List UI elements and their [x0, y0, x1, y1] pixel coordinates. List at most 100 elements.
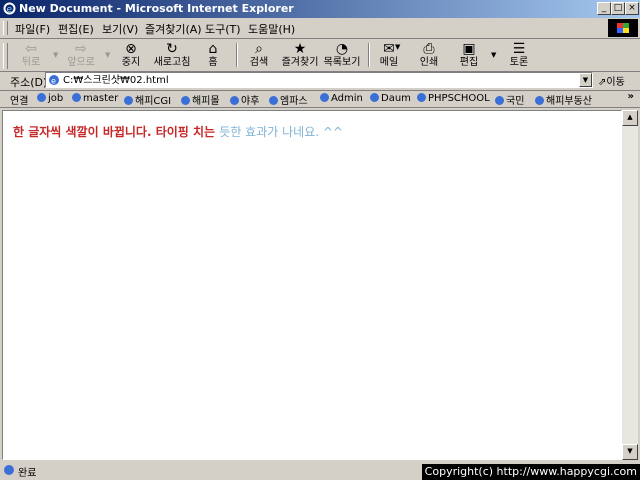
forward-dropdown-icon[interactable]: ▼ — [105, 51, 110, 59]
ie-page-icon — [495, 96, 504, 105]
ie-page-icon — [124, 96, 133, 105]
title-bar: e New Document - Microsoft Internet Expl… — [0, 0, 640, 18]
back-label: 뒤로 — [21, 57, 41, 68]
menu-tools[interactable]: 도구(T) — [205, 21, 241, 37]
menu-bar: 파일(F) 편집(E) 보기(V) 즐겨찾기(A) 도구(T) 도움말(H) — [0, 18, 640, 39]
address-input[interactable]: e C:₩스크린샷₩02.html ▼ — [45, 72, 593, 88]
link-label: Admin — [331, 93, 363, 104]
link-label: PHPSCHOOL — [428, 93, 490, 104]
close-button[interactable]: × — [625, 2, 639, 15]
home-icon: ⌂ — [208, 41, 218, 57]
links-chevron-icon[interactable]: » — [628, 91, 634, 102]
menu-view[interactable]: 보기(V) — [102, 21, 138, 37]
print-button[interactable]: ⎙ 인쇄 — [414, 40, 444, 70]
favorites-button[interactable]: ★ 즐겨찾기 — [280, 40, 320, 70]
toolbar: ⇦ 뒤로 ▼ ⇨ 앞으로 ▼ ⊗ 중지 ↻ 새로고침 ⌂ 홈 ⌕ 검색 ★ 즐겨… — [0, 39, 640, 72]
go-button[interactable]: ⇗이동 — [598, 73, 625, 88]
untyped-text: 듯한 효과가 나네요. ^^ — [219, 125, 343, 139]
address-dropdown-icon[interactable]: ▼ — [579, 73, 592, 87]
forward-button[interactable]: ⇨ 앞으로 — [62, 40, 100, 70]
ie-page-icon — [72, 93, 81, 102]
home-label: 홈 — [208, 57, 218, 68]
menu-edit[interactable]: 편집(E) — [58, 21, 94, 37]
link-yahoo[interactable]: 야후 — [229, 92, 259, 107]
discuss-label: 토론 — [509, 57, 529, 68]
link-label: job — [48, 93, 64, 104]
svg-text:e: e — [51, 77, 56, 86]
typing-effect-text: 한 글자씩 색깔이 바뀝니다. 타이핑 치는 듯한 효과가 나네요. ^^ — [13, 123, 343, 140]
link-kookmin[interactable]: 국민 — [494, 92, 524, 107]
search-icon: ⌕ — [255, 41, 263, 57]
link-happycgi[interactable]: 해피CGI — [123, 92, 171, 107]
status-bar: 완료 Copyright(c) http://www.happycgi.com — [0, 461, 640, 480]
mail-dropdown-icon[interactable]: ▼ — [395, 43, 400, 51]
ie-page-icon — [370, 93, 379, 102]
toolbar-grip — [3, 43, 8, 69]
edit-dropdown-icon[interactable]: ▼ — [491, 51, 496, 59]
ie-page-icon — [230, 96, 239, 105]
link-daum[interactable]: Daum — [369, 92, 411, 104]
ie-page-icon — [4, 465, 14, 475]
history-button[interactable]: ◔ 목록보기 — [322, 40, 362, 70]
menu-favorites[interactable]: 즐겨찾기(A) — [145, 21, 202, 37]
stop-icon: ⊗ — [125, 41, 137, 57]
windows-logo-icon — [608, 19, 638, 37]
link-job[interactable]: job — [36, 92, 63, 104]
link-empas[interactable]: 엠파스 — [268, 92, 308, 107]
address-url: C:₩스크린샷₩02.html — [63, 75, 169, 86]
back-button[interactable]: ⇦ 뒤로 — [14, 40, 48, 70]
favorites-icon: ★ — [293, 41, 307, 57]
link-happy-realestate[interactable]: 해피부동산 — [534, 92, 592, 107]
scroll-down-icon[interactable]: ▼ — [622, 444, 638, 460]
back-dropdown-icon[interactable]: ▼ — [53, 51, 58, 59]
stop-label: 중지 — [121, 57, 141, 68]
edit-button[interactable]: ▣ 편집 — [454, 40, 484, 70]
ie-icon: e — [3, 2, 16, 15]
link-label: 국민 — [506, 96, 525, 107]
refresh-icon: ↻ — [166, 41, 178, 57]
search-label: 검색 — [249, 57, 269, 68]
vertical-scrollbar[interactable]: ▲ ▼ — [622, 110, 638, 460]
link-master[interactable]: master — [71, 92, 118, 104]
address-label: 주소(D) — [10, 76, 48, 89]
discuss-button[interactable]: ☰ 토론 — [504, 40, 534, 70]
link-label: 해피CGI — [135, 96, 172, 107]
print-label: 인쇄 — [419, 57, 439, 68]
toolbar-separator — [236, 43, 238, 67]
link-label: 야후 — [241, 96, 260, 107]
menu-help[interactable]: 도움말(H) — [248, 21, 295, 37]
history-icon: ◔ — [335, 41, 349, 57]
scroll-up-icon[interactable]: ▲ — [622, 110, 638, 126]
link-label: 해피부동산 — [546, 96, 592, 107]
minimize-button[interactable]: _ — [597, 2, 611, 15]
link-admin[interactable]: Admin — [319, 92, 363, 104]
refresh-label: 새로고침 — [153, 57, 191, 68]
home-button[interactable]: ⌂ 홈 — [198, 40, 228, 70]
link-label: 해피몰 — [192, 96, 220, 107]
ie-page-icon — [181, 96, 190, 105]
link-label: Daum — [381, 93, 411, 104]
toolbar-separator — [368, 43, 370, 67]
copyright-watermark: Copyright(c) http://www.happycgi.com — [421, 464, 640, 480]
maximize-button[interactable]: □ — [611, 2, 625, 15]
link-phpschool[interactable]: PHPSCHOOL — [416, 92, 490, 104]
typed-text: 한 글자씩 색깔이 바뀝니다. 타이핑 치는 — [13, 125, 220, 139]
refresh-button[interactable]: ↻ 새로고침 — [150, 40, 194, 70]
link-happymall[interactable]: 해피몰 — [180, 92, 220, 107]
menu-file[interactable]: 파일(F) — [15, 21, 50, 37]
search-button[interactable]: ⌕ 검색 — [244, 40, 274, 70]
print-icon: ⎙ — [423, 41, 435, 57]
links-bar: 연결 job master 해피CGI 해피몰 야후 엠파스 Admin Dau… — [0, 90, 640, 108]
page-icon: e — [49, 75, 59, 86]
discuss-icon: ☰ — [512, 41, 526, 57]
link-label: master — [83, 93, 119, 104]
forward-arrow-icon: ⇨ — [75, 41, 87, 57]
edit-label: 편집 — [459, 57, 479, 68]
link-label: 엠파스 — [280, 96, 308, 107]
stop-button[interactable]: ⊗ 중지 — [116, 40, 146, 70]
svg-text:e: e — [7, 5, 13, 15]
go-label: 이동 — [606, 77, 625, 88]
favorites-label: 즐겨찾기 — [281, 57, 319, 68]
history-label: 목록보기 — [323, 57, 361, 68]
back-arrow-icon: ⇦ — [25, 41, 37, 57]
